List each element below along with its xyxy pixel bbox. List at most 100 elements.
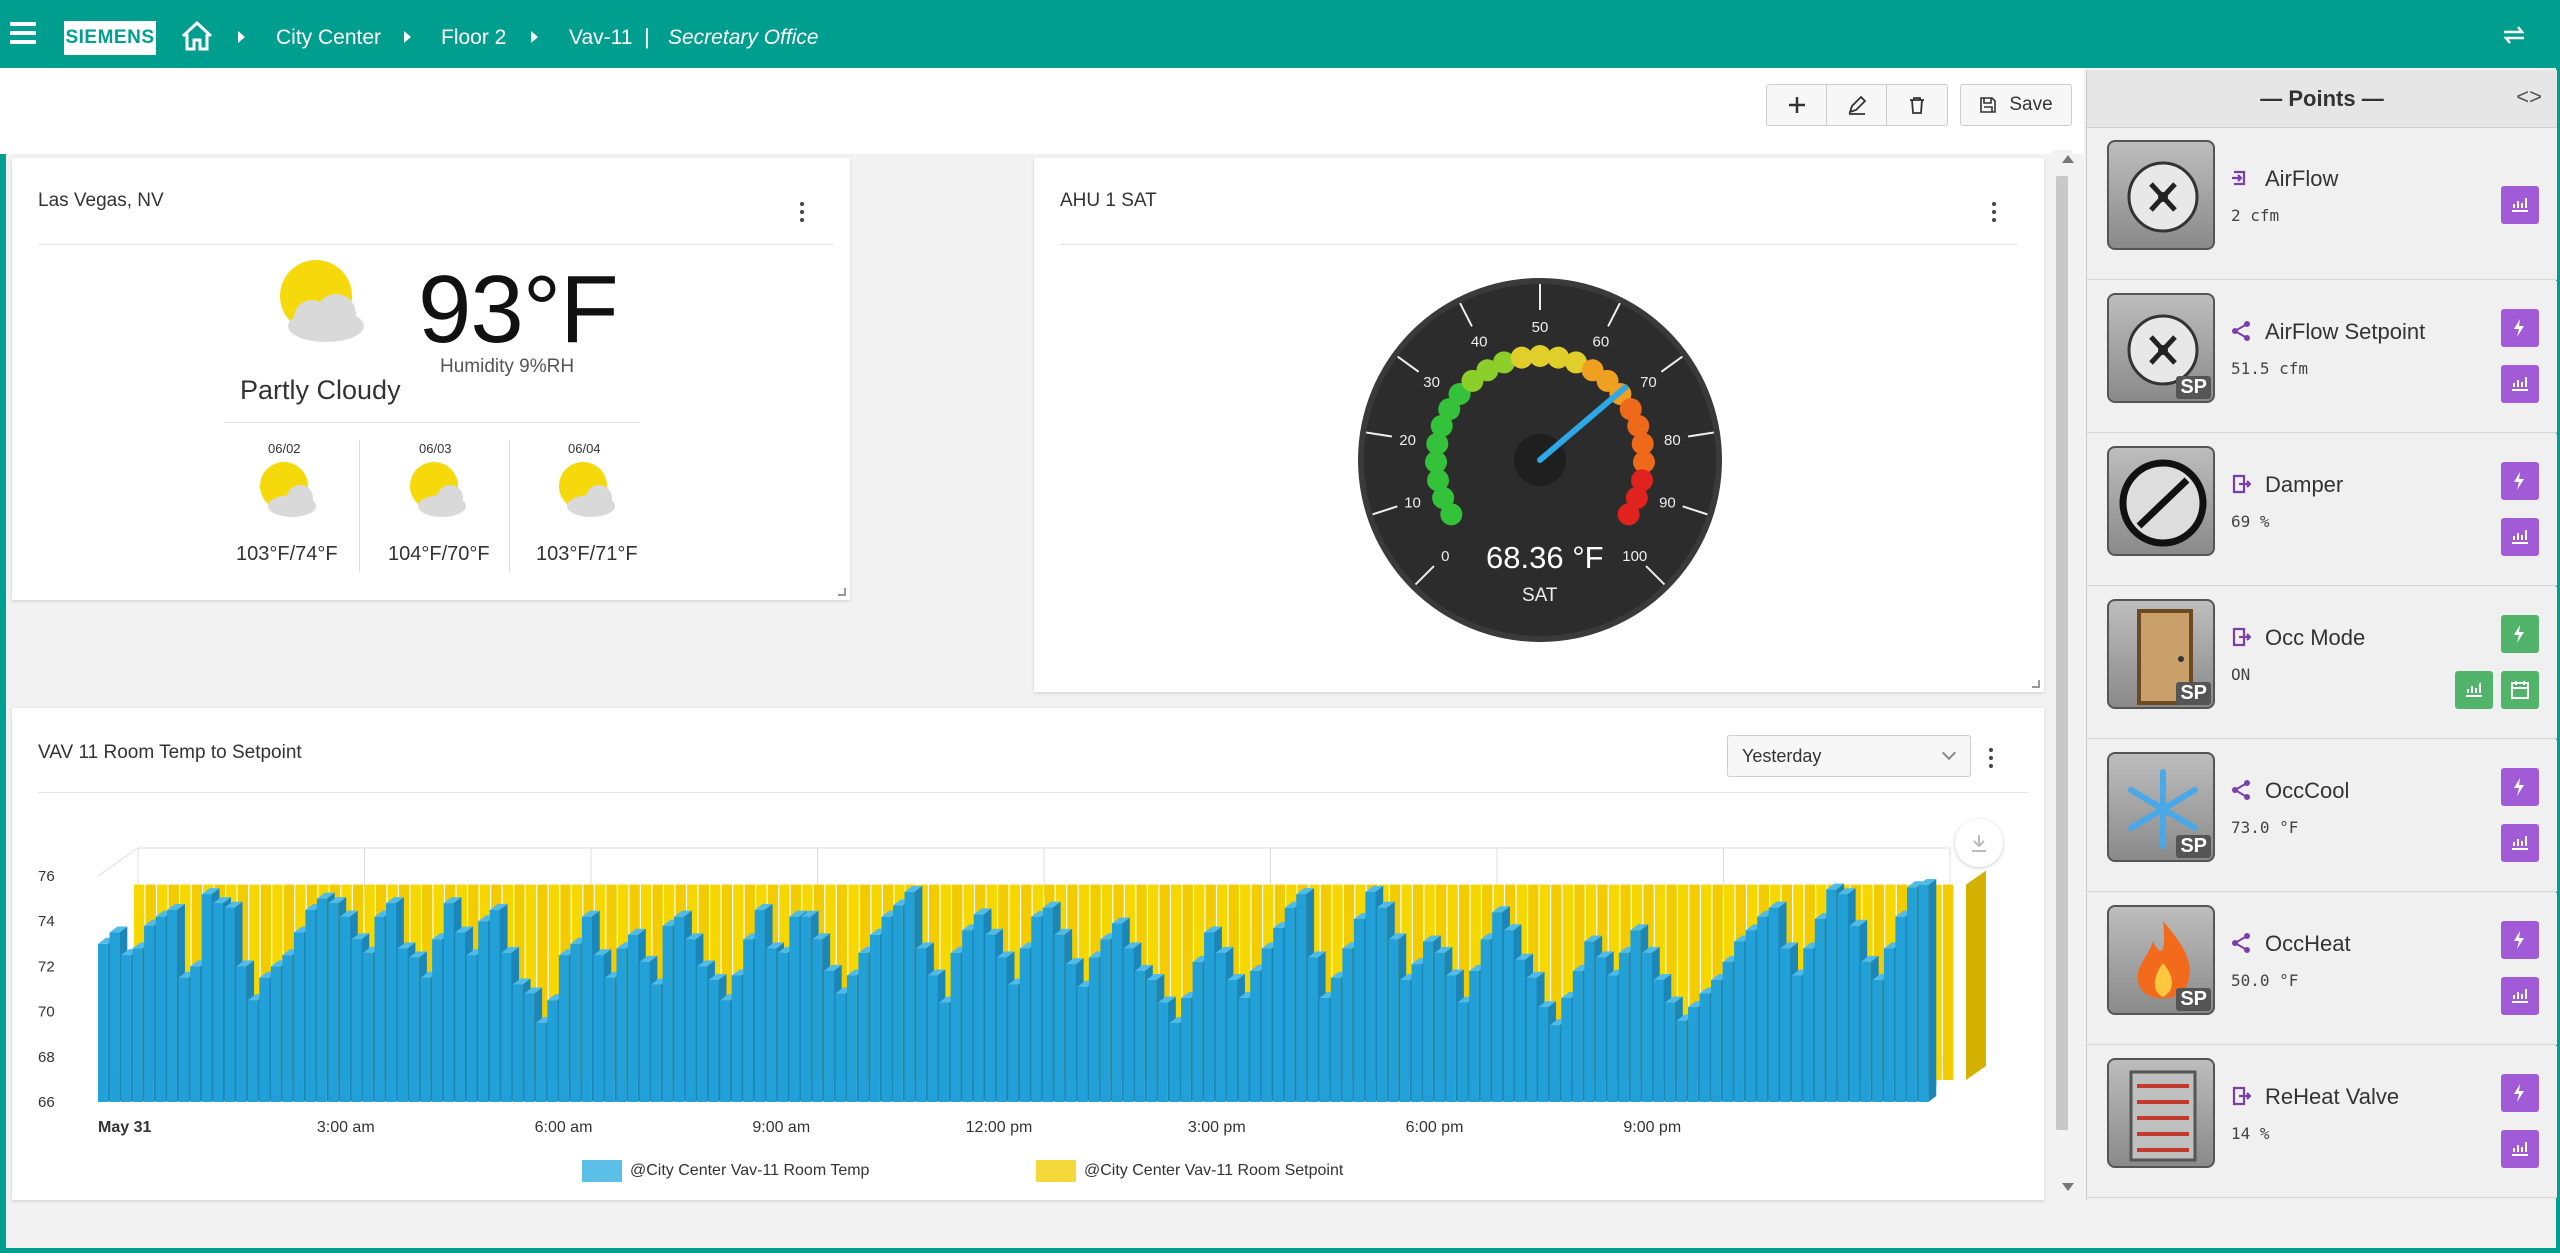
collapse-panel-icon[interactable]: <>: [2516, 84, 2542, 110]
point-row[interactable]: Damper 69 %: [2087, 434, 2557, 586]
temp-bar: [651, 984, 661, 1102]
legend-room-setpoint[interactable]: @City Center Vav-11 Room Setpoint: [1036, 1160, 1343, 1182]
sync-icon[interactable]: [2500, 22, 2528, 48]
humidity: Humidity 9%RH: [440, 356, 575, 377]
temp-bar: [443, 903, 454, 1102]
temp-bar: [259, 977, 270, 1102]
schedule-button[interactable]: [2501, 671, 2539, 709]
temp-bar: [1457, 1002, 1468, 1102]
point-thumbnail: SP: [2107, 293, 2215, 403]
input-arrow-icon: [2231, 168, 2251, 188]
scrollbar-thumb[interactable]: [2056, 176, 2068, 1130]
trend-menu-icon[interactable]: [1987, 748, 1995, 774]
lightning-icon: [2514, 778, 2524, 796]
breadcrumb-item-vav-11[interactable]: Vav-11: [569, 26, 632, 50]
delete-widget-button[interactable]: [1887, 85, 1947, 125]
point-row[interactable]: SP AirFlow Setpoint 51.5 cfm: [2087, 281, 2557, 433]
share-icon: [2231, 780, 2251, 800]
temp-bar: [1699, 993, 1710, 1102]
scroll-down-icon[interactable]: [2062, 1183, 2074, 1191]
y-tick-label: 72: [38, 958, 55, 975]
x-tick-label: 6:00 am: [535, 1119, 593, 1136]
temp-bar: [1791, 975, 1802, 1102]
legend-room-temp[interactable]: @City Center Vav-11 Room Temp: [582, 1160, 869, 1182]
point-row[interactable]: AirFlow 2 cfm: [2087, 128, 2557, 280]
setpoint-bar-side: [1966, 870, 1986, 1080]
download-button[interactable]: [1955, 819, 2003, 867]
time-range-select[interactable]: Yesterday: [1727, 735, 1971, 777]
temp-bar: [846, 975, 857, 1102]
floppy-disk-icon: [1980, 97, 1997, 113]
trend-chart-icon: [2512, 989, 2528, 1003]
heater-icon: [2129, 1070, 2197, 1162]
temp-bar: [1353, 918, 1364, 1102]
point-row[interactable]: ReHeat Valve 14 %: [2087, 1046, 2557, 1198]
temp-bar: [1273, 927, 1284, 1102]
command-button[interactable]: [2501, 462, 2539, 500]
add-widget-button[interactable]: [1767, 85, 1827, 125]
temp-bar: [904, 891, 915, 1102]
temp-bar: [489, 909, 500, 1102]
breadcrumb-item-city-center[interactable]: City Center: [276, 26, 381, 50]
temp-bar: [351, 939, 362, 1102]
breadcrumb-chevron-icon: [238, 31, 245, 43]
temp-bar: [1469, 970, 1479, 1102]
point-row[interactable]: SP OccCool 73.0 °F: [2087, 740, 2557, 892]
gauge-label: SAT: [1522, 585, 1558, 606]
points-panel: — Points — <> AirFlow 2 cfm SP AirFlow Setp…: [2086, 70, 2557, 1200]
forecast-temps: 103°F/74°F: [236, 543, 338, 565]
command-button[interactable]: [2501, 615, 2539, 653]
temp-bar: [1722, 961, 1733, 1102]
temp-bar: [996, 957, 1007, 1102]
temp-bar: [1688, 1007, 1698, 1102]
edit-widget-button[interactable]: [1827, 85, 1887, 125]
point-row[interactable]: SP OccHeat 50.0 °F: [2087, 893, 2557, 1045]
chevron-down-icon: [1941, 745, 1957, 761]
gauge-tick-label: 30: [1423, 374, 1440, 391]
trend-button[interactable]: [2501, 824, 2539, 862]
resize-handle-icon[interactable]: [838, 588, 846, 596]
temp-bar: [616, 948, 627, 1102]
temp-bar: [1607, 975, 1618, 1102]
breadcrumb-item-floor-2[interactable]: Floor 2: [441, 26, 506, 50]
setpoint-badge: SP: [2176, 835, 2211, 858]
point-value: 51.5 cfm: [2231, 359, 2309, 378]
temp-bar: [501, 952, 512, 1102]
x-tick-label: 3:00 am: [317, 1119, 375, 1136]
temp-bar: [1711, 979, 1721, 1102]
command-button[interactable]: [2501, 768, 2539, 806]
temp-bar: [1595, 957, 1606, 1102]
temp-bar: [1906, 887, 1917, 1102]
command-button[interactable]: [2501, 309, 2539, 347]
point-value: 69 %: [2231, 512, 2270, 531]
temp-bar: [1480, 939, 1491, 1102]
weather-menu-icon[interactable]: [798, 202, 806, 228]
trend-button[interactable]: [2501, 186, 2539, 224]
trend-button[interactable]: [2501, 1130, 2539, 1168]
time-range-value: Yesterday: [1742, 746, 1822, 766]
point-row[interactable]: SP Occ Mode ON: [2087, 587, 2557, 739]
x-tick-label: 3:00 pm: [1188, 1119, 1246, 1136]
divider: [359, 440, 360, 572]
temp-bar: [962, 930, 972, 1102]
trend-button[interactable]: [2501, 365, 2539, 403]
point-name: Occ Mode: [2265, 625, 2366, 650]
temp-bar: [685, 939, 696, 1102]
point-thumbnail: SP: [2107, 752, 2215, 862]
trend-button[interactable]: [2501, 518, 2539, 556]
command-button[interactable]: [2501, 1074, 2539, 1112]
trend-button[interactable]: [2501, 977, 2539, 1015]
resize-handle-icon[interactable]: [2032, 680, 2040, 688]
trend-chart-icon: [2512, 1142, 2528, 1156]
home-icon[interactable]: [180, 20, 214, 52]
trend-title: VAV 11 Room Temp to Setpoint: [38, 742, 302, 763]
scroll-up-icon[interactable]: [2062, 155, 2074, 163]
save-button[interactable]: Save: [1960, 84, 2072, 126]
temp-bar: [1423, 941, 1433, 1102]
menu-icon[interactable]: [10, 22, 36, 44]
trend-button[interactable]: [2455, 671, 2493, 709]
temp-bar: [1342, 948, 1353, 1102]
gauge-menu-icon[interactable]: [1990, 202, 1998, 228]
y-tick-label: 70: [38, 1004, 55, 1021]
command-button[interactable]: [2501, 921, 2539, 959]
